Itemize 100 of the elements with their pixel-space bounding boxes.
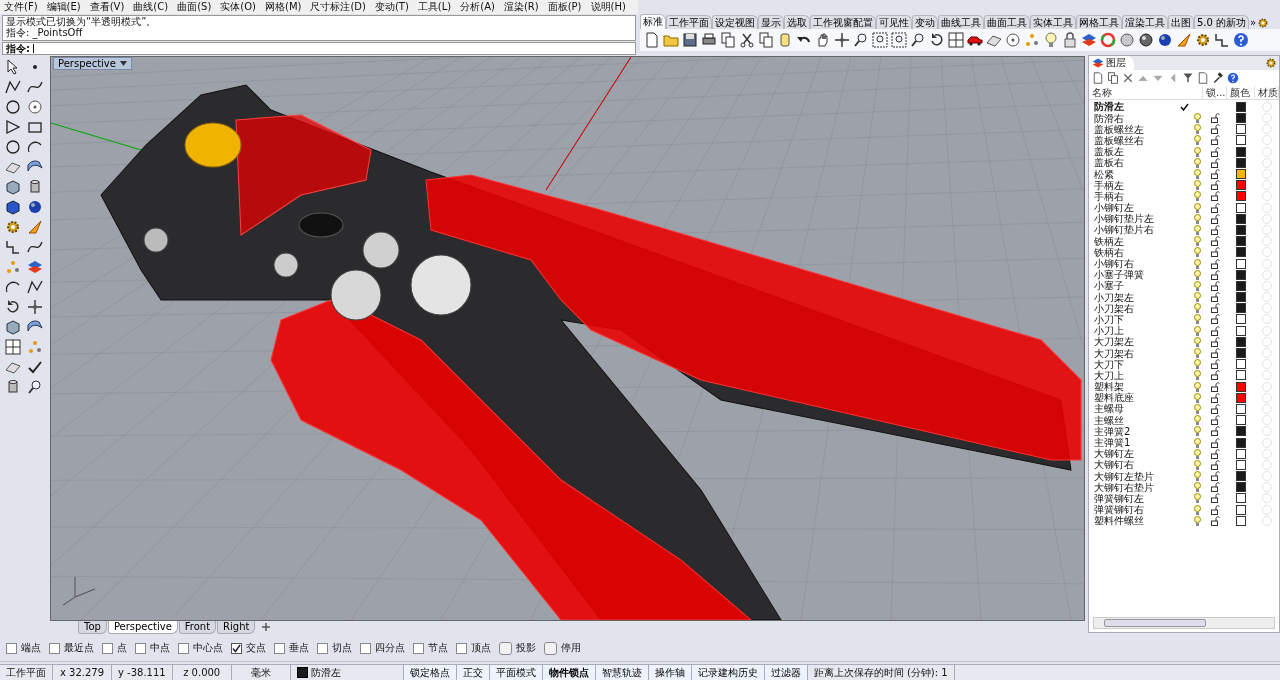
scrollbar-thumb[interactable] — [1104, 619, 1206, 628]
connector-icon[interactable] — [1214, 32, 1230, 48]
viewport-tab[interactable]: Perspective — [107, 621, 178, 635]
unlocked-padlock-icon[interactable] — [1210, 224, 1220, 235]
light-bulb-icon[interactable] — [1193, 135, 1201, 146]
checkbox[interactable] — [102, 642, 113, 654]
osnap-label[interactable]: 节点 — [428, 641, 448, 656]
layer-name[interactable]: 防滑右 — [1089, 112, 1177, 124]
layer-name[interactable]: 盖板左 — [1089, 146, 1177, 158]
connector-icon[interactable] — [5, 239, 21, 256]
column-header[interactable]: 颜色 — [1227, 86, 1255, 101]
osnap-label[interactable]: 中心点 — [193, 641, 223, 656]
pan-arrows-icon[interactable] — [27, 299, 43, 316]
light-bulb-icon[interactable] — [1193, 169, 1201, 180]
status-toggle[interactable]: 智慧轨迹 — [595, 665, 649, 680]
unlocked-padlock-icon[interactable] — [1210, 247, 1220, 258]
unlocked-padlock-icon[interactable] — [1210, 392, 1220, 403]
light-bulb-icon[interactable] — [1193, 224, 1201, 235]
toggle-button[interactable] — [544, 641, 557, 655]
color-wheel-icon[interactable] — [1100, 32, 1116, 48]
layer-color-swatch[interactable] — [1236, 426, 1246, 437]
light-bulb-icon[interactable] — [1193, 381, 1201, 392]
menu-item[interactable]: 尺寸标注(D) — [310, 0, 366, 14]
layer-name[interactable]: 大铆钉右垫片 — [1089, 481, 1177, 493]
layer-color-swatch[interactable] — [1236, 247, 1246, 258]
light-bulb-icon[interactable] — [1193, 247, 1201, 258]
page-icon[interactable] — [1197, 72, 1209, 85]
layer-color-swatch[interactable] — [1236, 336, 1246, 347]
layer-name[interactable]: 盖板螺丝左 — [1089, 123, 1177, 135]
layer-name[interactable]: 主螺母 — [1089, 403, 1177, 415]
unlocked-padlock-icon[interactable] — [1210, 280, 1220, 291]
zoom-selected-icon[interactable] — [910, 32, 926, 48]
unlocked-padlock-icon[interactable] — [1210, 336, 1220, 347]
light-bulb-icon[interactable] — [1193, 459, 1201, 470]
toolbar-tab[interactable]: 网格工具 — [1076, 15, 1122, 29]
four-viewports-icon[interactable] — [948, 32, 964, 48]
layer-name[interactable]: 主螺丝 — [1089, 414, 1177, 426]
unlocked-padlock-icon[interactable] — [1210, 403, 1220, 414]
more-tabs-button[interactable]: » — [1249, 15, 1258, 29]
menu-item[interactable]: 文件(F) — [4, 0, 38, 14]
unlocked-padlock-icon[interactable] — [1210, 325, 1220, 336]
layer-name[interactable]: 塑料底座 — [1089, 392, 1177, 404]
light-bulb-icon[interactable] — [1193, 482, 1201, 493]
column-header[interactable]: 材质 — [1255, 86, 1279, 101]
unlocked-padlock-icon[interactable] — [1210, 202, 1220, 213]
unlocked-padlock-icon[interactable] — [1210, 258, 1220, 269]
menu-item[interactable]: 渲染(R) — [503, 0, 539, 14]
checkbox[interactable] — [6, 642, 17, 654]
layers-icon[interactable] — [27, 259, 43, 276]
plane-icon[interactable] — [5, 359, 21, 376]
unlocked-padlock-icon[interactable] — [1210, 359, 1220, 370]
print-icon[interactable] — [701, 32, 717, 48]
unlocked-padlock-icon[interactable] — [1210, 236, 1220, 247]
layer-name[interactable]: 大刀架右 — [1089, 347, 1177, 359]
viewport-tab[interactable]: Front — [178, 621, 217, 635]
layer-color-swatch[interactable] — [1236, 101, 1246, 112]
light-bulb-icon[interactable] — [1193, 303, 1201, 314]
layer-name[interactable]: 盖板右 — [1089, 157, 1177, 169]
light-bulb-icon[interactable] — [1193, 269, 1201, 280]
glossy-sphere-icon[interactable] — [27, 199, 43, 216]
light-bulb-icon[interactable] — [1043, 32, 1059, 48]
copy-icon[interactable] — [758, 32, 774, 48]
layer-name[interactable]: 塑料件螺丝 — [1089, 515, 1177, 527]
layer-color-swatch[interactable] — [1236, 303, 1246, 314]
light-bulb-icon[interactable] — [1193, 191, 1201, 202]
toolbar-tab[interactable]: 变动 — [912, 15, 938, 29]
toolbar-tab[interactable]: 可见性 — [876, 15, 912, 29]
layer-color-swatch[interactable] — [1236, 459, 1246, 470]
layer-color-swatch[interactable] — [1236, 482, 1246, 493]
toolbar-tab[interactable]: 工作平面 — [666, 15, 712, 29]
osnap-label[interactable]: 中点 — [150, 641, 170, 656]
light-bulb-icon[interactable] — [1193, 146, 1201, 157]
toolbar-tab[interactable]: 设定视图 — [712, 15, 758, 29]
layer-name[interactable]: 小塞子弹簧 — [1089, 269, 1177, 281]
light-bulb-icon[interactable] — [1193, 415, 1201, 426]
unlocked-padlock-icon[interactable] — [1210, 459, 1220, 470]
cube-icon[interactable] — [5, 319, 21, 336]
light-bulb-icon[interactable] — [1193, 348, 1201, 359]
checkbox[interactable] — [178, 642, 189, 654]
menu-item[interactable]: 网格(M) — [265, 0, 302, 14]
light-bulb-icon[interactable] — [1193, 370, 1201, 381]
unlocked-padlock-icon[interactable] — [1210, 515, 1220, 526]
unlocked-padlock-icon[interactable] — [1210, 471, 1220, 482]
layer-name[interactable]: 小刀架左 — [1089, 291, 1177, 303]
light-bulb-icon[interactable] — [1193, 448, 1201, 459]
unlocked-padlock-icon[interactable] — [1210, 213, 1220, 224]
toolbar-tab[interactable]: 实体工具 — [1030, 15, 1076, 29]
layer-name[interactable]: 小刀下 — [1089, 313, 1177, 325]
light-bulb-icon[interactable] — [1193, 437, 1201, 448]
menu-item[interactable]: 说明(H) — [590, 0, 626, 14]
gear-icon[interactable] — [1195, 32, 1211, 48]
layer-name[interactable]: 盖板螺丝右 — [1089, 134, 1177, 146]
osnap-label[interactable]: 最近点 — [64, 641, 94, 656]
osnap-label[interactable]: 切点 — [332, 641, 352, 656]
layer-name[interactable]: 主弹簧2 — [1089, 425, 1177, 437]
light-bulb-icon[interactable] — [1193, 124, 1201, 135]
viewport-tab[interactable]: Right — [217, 621, 256, 635]
unlocked-padlock-icon[interactable] — [1210, 426, 1220, 437]
new-layer-icon[interactable] — [1092, 72, 1104, 85]
status-toggle[interactable]: 记录建构历史 — [691, 665, 765, 680]
